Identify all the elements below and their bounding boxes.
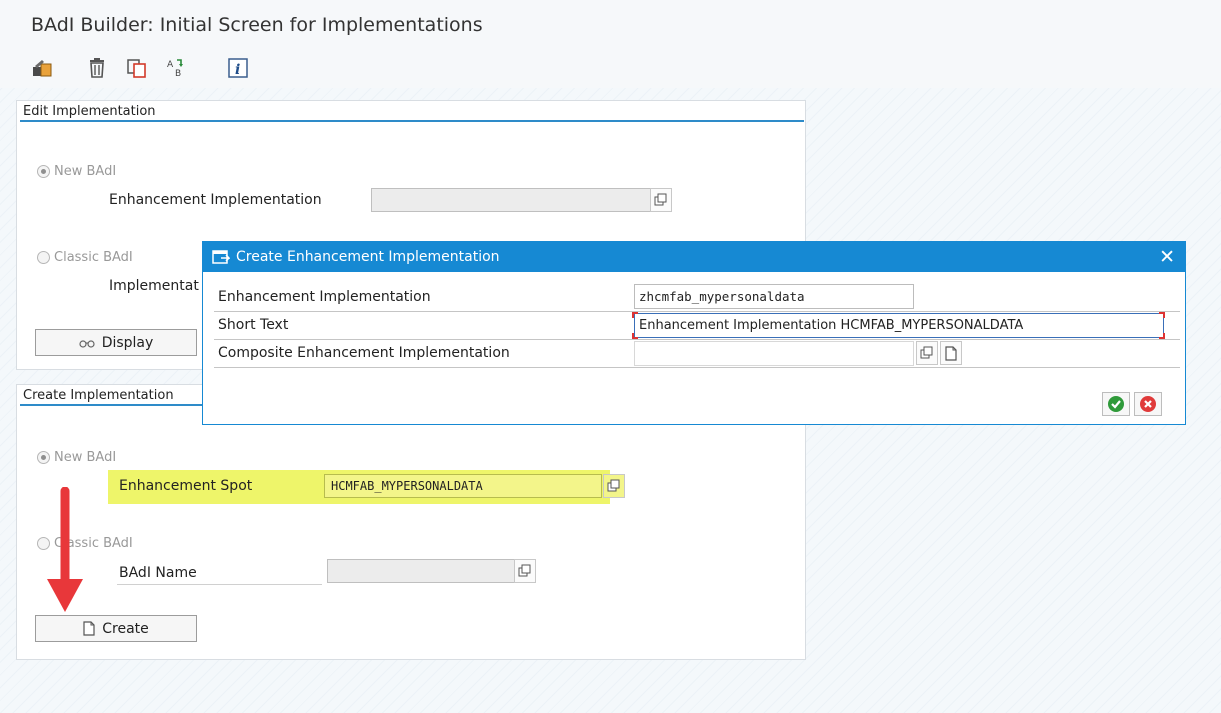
enhancement-implementation-label: Enhancement Implementation	[109, 192, 322, 208]
value-help-icon[interactable]	[514, 559, 536, 583]
change-object-icon[interactable]	[30, 56, 54, 80]
badi-name-field[interactable]	[327, 559, 515, 583]
badi-name-underline	[117, 584, 322, 585]
row-label: Enhancement Implementation	[218, 289, 431, 305]
svg-text:i: i	[235, 62, 240, 78]
required-marker	[1159, 312, 1165, 318]
display-button-label: Display	[101, 334, 154, 351]
new-badi-radio-edit[interactable]: New BAdI	[37, 164, 116, 179]
cancel-button[interactable]	[1134, 392, 1162, 416]
radio-dot	[37, 451, 50, 464]
create-implementation-panel: Create Implementation New BAdI Classic B…	[16, 384, 806, 660]
edit-implementation-heading: Edit Implementation	[20, 104, 804, 122]
enhancement-implementation-input[interactable]: zhcmfab_mypersonaldata	[634, 284, 914, 309]
svg-text:B: B	[175, 69, 181, 79]
dialog-row-composite: Composite Enhancement Implementation	[214, 340, 1180, 368]
info-icon[interactable]: i	[226, 56, 250, 80]
classic-badi-label: Classic BAdI	[54, 250, 133, 265]
rename-icon[interactable]: A B	[164, 56, 188, 80]
title-bar: BAdI Builder: Initial Screen for Impleme…	[0, 0, 1221, 50]
value-help-icon[interactable]	[603, 474, 625, 498]
checkmark-icon	[1108, 396, 1124, 412]
value-help-icon[interactable]	[650, 188, 672, 212]
dialog-row-short-text: Short Text Enhancement Implementation HC…	[214, 312, 1180, 340]
enhancement-spot-label: Enhancement Spot	[119, 478, 253, 494]
svg-text:A: A	[167, 60, 174, 70]
required-marker	[1159, 333, 1165, 339]
new-document-icon[interactable]	[940, 341, 962, 365]
glasses-icon	[79, 339, 95, 348]
new-document-icon	[83, 621, 95, 636]
display-button[interactable]: Display	[35, 329, 197, 356]
short-text-input[interactable]: Enhancement Implementation HCMFAB_MYPERS…	[634, 313, 1164, 338]
new-badi-label: New BAdI	[54, 450, 117, 465]
copy-icon[interactable]	[125, 56, 149, 80]
composite-enhancement-implementation-input[interactable]	[634, 341, 914, 366]
required-marker	[632, 312, 638, 318]
radio-dot	[37, 165, 50, 178]
classic-badi-radio-edit[interactable]: Classic BAdI	[37, 250, 133, 265]
cancel-icon	[1140, 396, 1156, 412]
dialog-header: Create Enhancement Implementation ✕	[203, 242, 1185, 272]
implementation-label: Implementat	[109, 278, 199, 294]
required-marker	[632, 333, 638, 339]
red-arrow-icon	[47, 487, 83, 612]
value-help-icon[interactable]	[916, 341, 938, 365]
row-label: Short Text	[218, 317, 289, 333]
close-icon[interactable]: ✕	[1159, 246, 1175, 268]
dialog-title: Create Enhancement Implementation	[236, 249, 500, 265]
badi-name-label: BAdI Name	[119, 565, 197, 581]
dialog-row-enhancement-implementation: Enhancement Implementation zhcmfab_myper…	[214, 284, 1180, 312]
delete-icon[interactable]	[85, 56, 109, 80]
radio-dot	[37, 251, 50, 264]
create-enhancement-implementation-dialog: Create Enhancement Implementation ✕ Enha…	[202, 241, 1186, 425]
confirm-button[interactable]	[1102, 392, 1130, 416]
window-title: BAdI Builder: Initial Screen for Impleme…	[31, 14, 483, 36]
row-label: Composite Enhancement Implementation	[218, 345, 510, 361]
create-button-label: Create	[102, 620, 149, 637]
new-badi-label: New BAdI	[54, 164, 117, 179]
new-badi-radio-create[interactable]: New BAdI	[37, 450, 116, 465]
application-toolbar: A B i	[0, 50, 1221, 88]
dialog-window-icon	[212, 249, 231, 269]
create-button[interactable]: Create	[35, 615, 197, 642]
enhancement-spot-field[interactable]: HCMFAB_MYPERSONALDATA	[324, 474, 602, 498]
enhancement-implementation-field[interactable]	[371, 188, 669, 212]
